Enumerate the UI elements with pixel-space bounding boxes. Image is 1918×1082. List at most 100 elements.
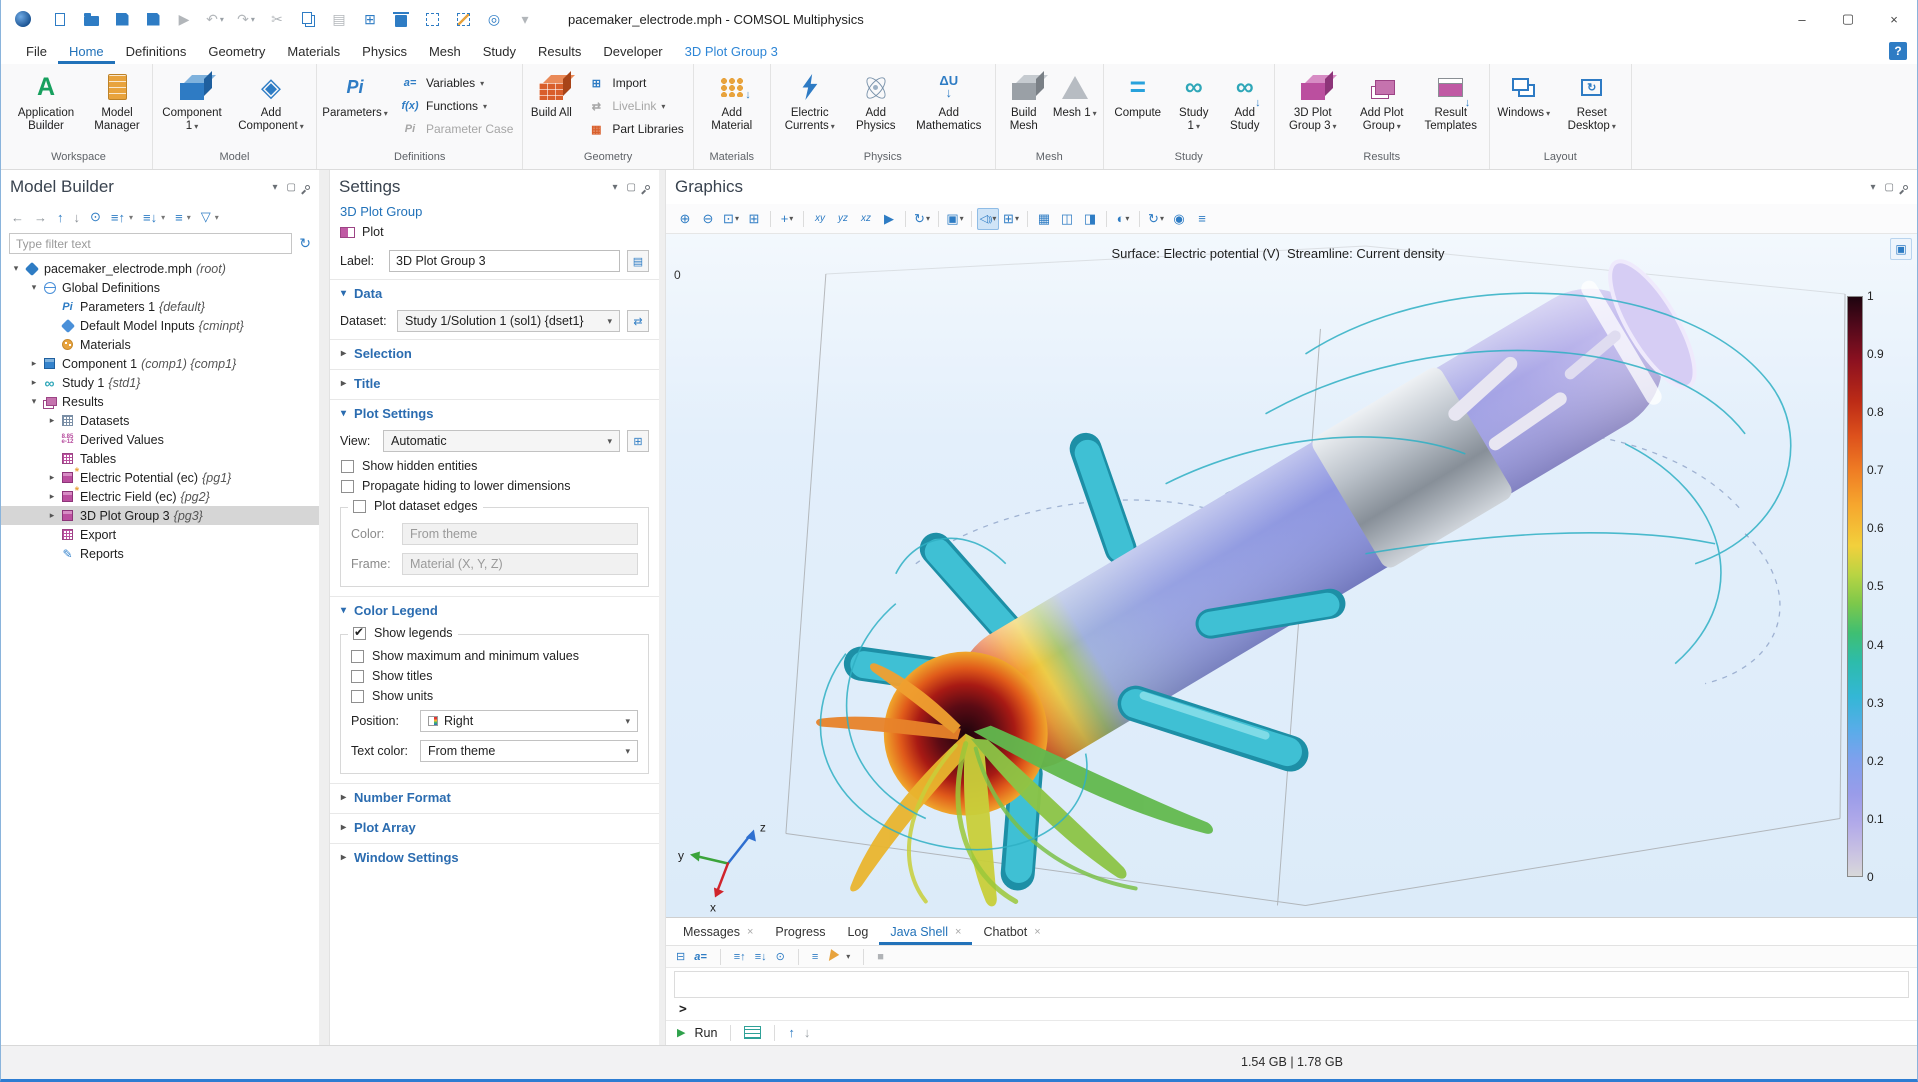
result-templates-button[interactable]: ↓ Result Templates <box>1416 67 1486 150</box>
expander-icon[interactable]: ▸ <box>45 415 59 426</box>
sound-button[interactable]: ◁▾ <box>977 208 999 230</box>
model-tree-nodes-button[interactable]: ≡ <box>175 210 183 225</box>
mesh-1-button[interactable]: Mesh 1▾ <box>1050 67 1100 150</box>
image-snapshot-button[interactable]: ▣▾ <box>944 208 966 230</box>
section-selection[interactable]: ▸Selection <box>330 339 659 366</box>
tab-log[interactable]: Log <box>836 918 879 945</box>
application-builder-button[interactable]: A Application Builder <box>8 67 84 150</box>
tree-row-datasets[interactable]: ▸Datasets <box>1 411 319 430</box>
section-plot-settings[interactable]: ▾Plot Settings <box>330 399 659 426</box>
show-max-min-checkbox[interactable]: Show maximum and minimum values <box>349 646 640 666</box>
select-box-button[interactable] <box>423 9 441 29</box>
section-plot-array[interactable]: ▸Plot Array <box>330 813 659 840</box>
move-up-button[interactable]: ↑ <box>57 210 64 225</box>
add-study-button[interactable]: ∞↓ Add Study <box>1219 67 1271 150</box>
windows-button[interactable]: Windows▾ <box>1493 67 1555 150</box>
select-mode-button[interactable]: ⊞▾ <box>1000 208 1022 230</box>
scroll-up-button[interactable]: ≡↑ <box>734 951 746 963</box>
parameter-case-button[interactable]: PiParameter Case <box>399 119 513 139</box>
electric-currents-button[interactable]: Electric Currents▾ <box>774 67 846 150</box>
add-component-button[interactable]: ◈ Add Component▾ <box>229 67 313 150</box>
add-plot-group-button[interactable]: Add Plot Group▾ <box>1349 67 1415 150</box>
paste-button[interactable]: ▤ <box>330 9 348 29</box>
camera-button[interactable]: ◉ <box>1168 208 1190 230</box>
show-legends-checkbox[interactable]: Show legends <box>348 626 458 640</box>
section-title[interactable]: ▸Title <box>330 369 659 396</box>
import-button[interactable]: ⊞Import <box>585 73 683 93</box>
pin-icon[interactable] <box>304 183 311 190</box>
section-number-format[interactable]: ▸Number Format <box>330 783 659 810</box>
minimize-button[interactable]: – <box>1779 0 1825 38</box>
study-1-button[interactable]: ∞ Study 1▾ <box>1170 67 1218 150</box>
show-output-button[interactable]: ⊙ <box>776 950 785 963</box>
tab-file[interactable]: File <box>15 38 58 64</box>
tree-row-electric-field[interactable]: ▸Electric Field (ec){pg2} <box>1 487 319 506</box>
save-as-button[interactable] <box>144 9 162 29</box>
section-window-settings[interactable]: ▸Window Settings <box>330 843 659 870</box>
component-1-button[interactable]: Component 1▾ <box>156 67 228 150</box>
tab-study[interactable]: Study <box>472 38 527 64</box>
tree-row-3d-plot-group-3[interactable]: ▸3D Plot Group 3{pg3} <box>1 506 319 525</box>
tab-geometry[interactable]: Geometry <box>197 38 276 64</box>
tab-progress[interactable]: Progress <box>764 918 836 945</box>
history-previous-button[interactable]: ↑ <box>788 1025 795 1040</box>
tree-row-reports[interactable]: ✎Reports <box>1 544 319 563</box>
insert-template-button[interactable]: ⊟ <box>676 950 685 963</box>
duplicate-button[interactable]: ⊞ <box>361 9 379 29</box>
panel-float-icon[interactable]: ▢ <box>1885 182 1894 193</box>
panel-menu-icon[interactable]: ▾ <box>613 182 618 193</box>
expander-icon[interactable]: ▸ <box>45 491 59 502</box>
run-button[interactable]: ▶ <box>175 9 193 29</box>
go-to-source-button[interactable]: ⇄ <box>627 310 649 332</box>
expander-icon[interactable]: ▸ <box>27 377 41 388</box>
tree-row-materials[interactable]: Materials <box>1 335 319 354</box>
panel-menu-icon[interactable]: ▾ <box>1871 182 1876 193</box>
maximize-button[interactable]: ▢ <box>1825 0 1871 38</box>
open-button[interactable] <box>82 9 100 29</box>
panel-menu-icon[interactable]: ▾ <box>273 182 278 193</box>
tab-developer[interactable]: Developer <box>592 38 673 64</box>
tab-physics[interactable]: Physics <box>351 38 418 64</box>
zoom-extents-button[interactable]: ⊞ <box>743 208 765 230</box>
save-button[interactable] <box>113 9 131 29</box>
view-yz-button[interactable]: yz <box>832 208 854 230</box>
copy-button[interactable] <box>299 9 317 29</box>
help-button[interactable]: ? <box>1889 42 1907 60</box>
filter-button[interactable]: ▽ <box>201 209 211 225</box>
pin-icon[interactable] <box>1902 183 1909 190</box>
undo-button[interactable]: ↶▾ <box>206 9 224 29</box>
tree-row-export[interactable]: Export <box>1 525 319 544</box>
rename-button[interactable]: ▤ <box>627 250 649 272</box>
tree-row-tables[interactable]: Tables <box>1 449 319 468</box>
graphics-canvas[interactable]: z y x Surface: Electric potential (V) St… <box>666 234 1917 917</box>
part-libraries-button[interactable]: ▦Part Libraries <box>585 119 683 139</box>
plot-dataset-edges-checkbox[interactable]: Plot dataset edges <box>348 499 483 513</box>
add-material-button[interactable]: ↓ Add Material <box>697 67 767 150</box>
history-next-button[interactable]: ↓ <box>804 1025 811 1040</box>
collapse-button[interactable]: ≡↓ <box>143 210 157 225</box>
tree-row-component-1[interactable]: ▸Component 1(comp1) {comp1} <box>1 354 319 373</box>
view-extra-button[interactable]: ⊞ <box>627 430 649 452</box>
move-down-button[interactable]: ↓ <box>74 210 81 225</box>
3d-plot-group-3-button[interactable]: 3D Plot Group 3▾ <box>1278 67 1348 150</box>
tab-mesh[interactable]: Mesh <box>418 38 472 64</box>
tab-materials[interactable]: Materials <box>276 38 351 64</box>
clear-selection-button[interactable] <box>454 9 472 29</box>
close-icon[interactable]: × <box>955 926 961 938</box>
plot-button[interactable]: Plot <box>330 221 659 246</box>
close-icon[interactable]: × <box>1034 926 1040 938</box>
pin-icon[interactable] <box>644 183 651 190</box>
select-all-button[interactable]: ≡ <box>812 951 818 963</box>
show-grid-toggle[interactable]: ▦ <box>1033 208 1055 230</box>
redo-button[interactable]: ↷▾ <box>237 9 255 29</box>
print-button[interactable]: ≡ <box>1191 208 1213 230</box>
tab-java-shell[interactable]: Java Shell× <box>879 918 972 945</box>
filter-input[interactable] <box>9 233 292 254</box>
scene-light-button[interactable]: ◐▾ <box>1112 208 1134 230</box>
view-xz-button[interactable]: xz <box>855 208 877 230</box>
build-all-button[interactable]: Build All <box>526 67 576 150</box>
go-to-default-view-button[interactable]: +▾ <box>776 208 798 230</box>
variables-button[interactable]: a= <box>694 951 707 963</box>
add-mathematics-button[interactable]: ΔU↓ Add Mathematics <box>906 67 992 150</box>
tab-chatbot[interactable]: Chatbot× <box>972 918 1051 945</box>
